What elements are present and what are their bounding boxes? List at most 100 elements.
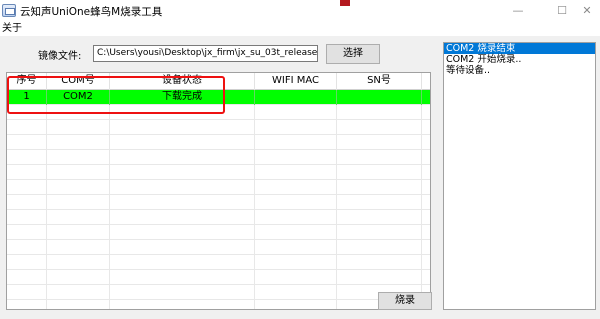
empty-cell — [7, 165, 47, 180]
empty-cell — [337, 135, 422, 150]
empty-cell — [7, 210, 47, 225]
empty-table-row — [7, 285, 430, 300]
empty-cell — [7, 225, 47, 240]
empty-cell — [110, 285, 255, 300]
burn-button[interactable]: 烧录 — [378, 292, 432, 310]
empty-cell — [7, 300, 47, 309]
empty-cell — [47, 165, 110, 180]
row-wifi-mac-cell — [255, 90, 337, 105]
empty-table-row — [7, 225, 430, 240]
empty-cell — [7, 195, 47, 210]
empty-cell — [110, 210, 255, 225]
empty-cell — [255, 135, 337, 150]
empty-cell — [110, 195, 255, 210]
empty-cell — [255, 225, 337, 240]
empty-cell — [337, 150, 422, 165]
menu-item-about[interactable]: 关于 — [2, 22, 22, 35]
empty-cell — [47, 270, 110, 285]
empty-cell — [110, 150, 255, 165]
empty-cell — [337, 120, 422, 135]
empty-cell — [255, 240, 337, 255]
empty-cell — [7, 285, 47, 300]
title-bar[interactable]: 云知声UniOne蜂鸟M烧录工具 — ☐ ✕ — [0, 0, 600, 22]
empty-cell — [47, 225, 110, 240]
empty-cell — [47, 180, 110, 195]
empty-cell — [337, 195, 422, 210]
title-accent-mark — [340, 0, 350, 6]
table-body: 1 COM2 下载完成 — [7, 90, 430, 309]
empty-cell — [255, 120, 337, 135]
empty-table-row — [7, 165, 430, 180]
empty-cell — [337, 180, 422, 195]
empty-table-row — [7, 180, 430, 195]
image-file-path-input[interactable]: C:\Users\yousi\Desktop\jx_firm\jx_su_03t… — [93, 45, 318, 62]
window-title: 云知声UniOne蜂鸟M烧录工具 — [20, 6, 163, 18]
empty-cell — [337, 210, 422, 225]
empty-table-row — [7, 270, 430, 285]
device-table[interactable]: 序号 COM号 设备状态 WIFI MAC SN号 1 COM2 下载完成 — [6, 72, 431, 310]
empty-cell — [255, 180, 337, 195]
log-item[interactable]: COM2 开始烧录.. — [444, 54, 595, 65]
empty-cell — [7, 150, 47, 165]
log-item[interactable]: COM2 烧录结束 — [444, 43, 595, 54]
empty-table-row — [7, 135, 430, 150]
empty-cell — [7, 135, 47, 150]
empty-cell — [110, 300, 255, 309]
empty-cell — [47, 195, 110, 210]
empty-cell — [255, 285, 337, 300]
empty-cell — [255, 270, 337, 285]
empty-cell — [255, 165, 337, 180]
minimize-button[interactable]: — — [496, 2, 540, 20]
menu-bar: 关于 — [0, 22, 600, 36]
empty-cell — [255, 300, 337, 309]
empty-cell — [47, 285, 110, 300]
close-button[interactable]: ✕ — [574, 2, 600, 20]
empty-cell — [110, 120, 255, 135]
empty-table-row — [7, 120, 430, 135]
empty-cell — [255, 210, 337, 225]
empty-table-row — [7, 255, 430, 270]
app-icon — [2, 4, 16, 17]
empty-cell — [47, 150, 110, 165]
empty-cell — [110, 240, 255, 255]
column-header-wifi-mac[interactable]: WIFI MAC — [255, 73, 337, 90]
log-item[interactable]: 等待设备.. — [444, 65, 595, 76]
empty-cell — [7, 270, 47, 285]
empty-cell — [110, 165, 255, 180]
empty-table-row — [7, 300, 430, 309]
empty-cell — [47, 255, 110, 270]
empty-cell — [337, 165, 422, 180]
empty-cell — [255, 150, 337, 165]
empty-table-row — [7, 195, 430, 210]
empty-cell — [110, 135, 255, 150]
empty-cell — [337, 270, 422, 285]
column-header-sn[interactable]: SN号 — [337, 73, 422, 90]
empty-cell — [110, 180, 255, 195]
empty-cell — [255, 105, 337, 120]
empty-cell — [255, 255, 337, 270]
empty-cell — [47, 135, 110, 150]
empty-table-row — [7, 240, 430, 255]
empty-cell — [337, 225, 422, 240]
empty-cell — [110, 225, 255, 240]
empty-cell — [255, 195, 337, 210]
empty-cell — [7, 240, 47, 255]
select-file-button[interactable]: 选择 — [326, 44, 380, 64]
empty-cell — [47, 210, 110, 225]
empty-table-row — [7, 150, 430, 165]
empty-cell — [337, 240, 422, 255]
empty-cell — [337, 105, 422, 120]
empty-cell — [110, 270, 255, 285]
empty-cell — [7, 120, 47, 135]
empty-cell — [47, 300, 110, 309]
empty-cell — [47, 120, 110, 135]
empty-table-row — [7, 210, 430, 225]
empty-cell — [7, 180, 47, 195]
row-sn-cell — [337, 90, 422, 105]
empty-cell — [110, 255, 255, 270]
empty-cell — [47, 240, 110, 255]
empty-cell — [337, 255, 422, 270]
image-file-label: 镜像文件: — [38, 51, 82, 62]
red-annotation-box — [7, 76, 225, 114]
log-list[interactable]: COM2 烧录结束 COM2 开始烧录.. 等待设备.. — [443, 42, 596, 310]
